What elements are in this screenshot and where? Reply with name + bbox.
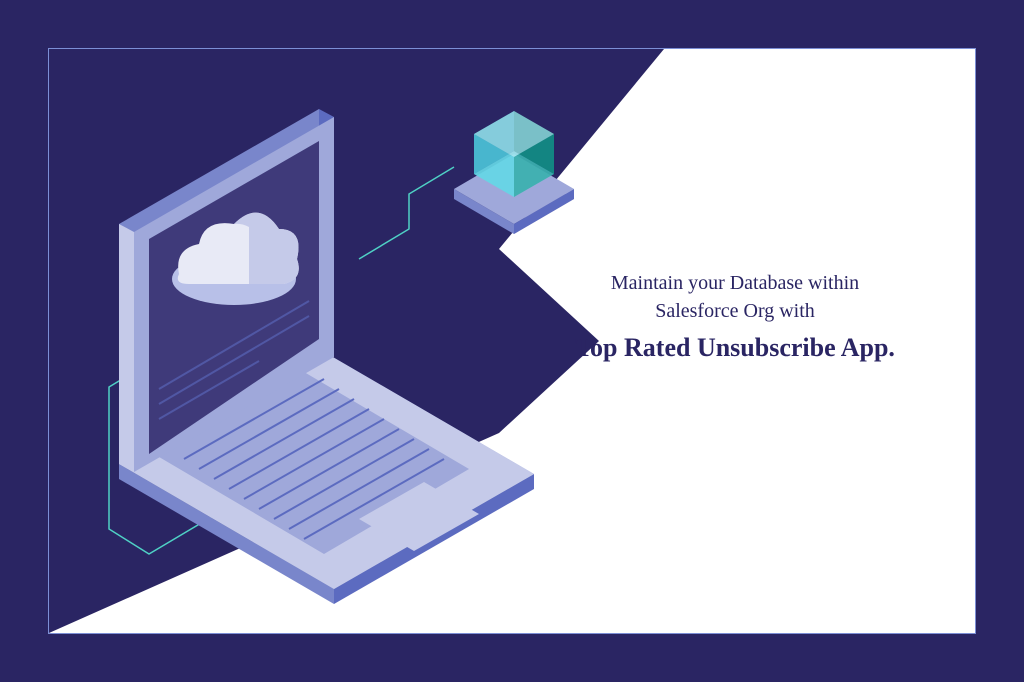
subtitle-line-2: Salesforce Org with (655, 300, 815, 322)
main-title: Top Rated Unsubscribe App. (535, 331, 935, 365)
headline-block: Maintain your Database within Salesforce… (535, 269, 935, 365)
subtitle-line-1: Maintain your Database within (611, 272, 859, 294)
content-panel: Maintain your Database within Salesforce… (49, 49, 975, 633)
subtitle: Maintain your Database within Salesforce… (535, 269, 935, 325)
